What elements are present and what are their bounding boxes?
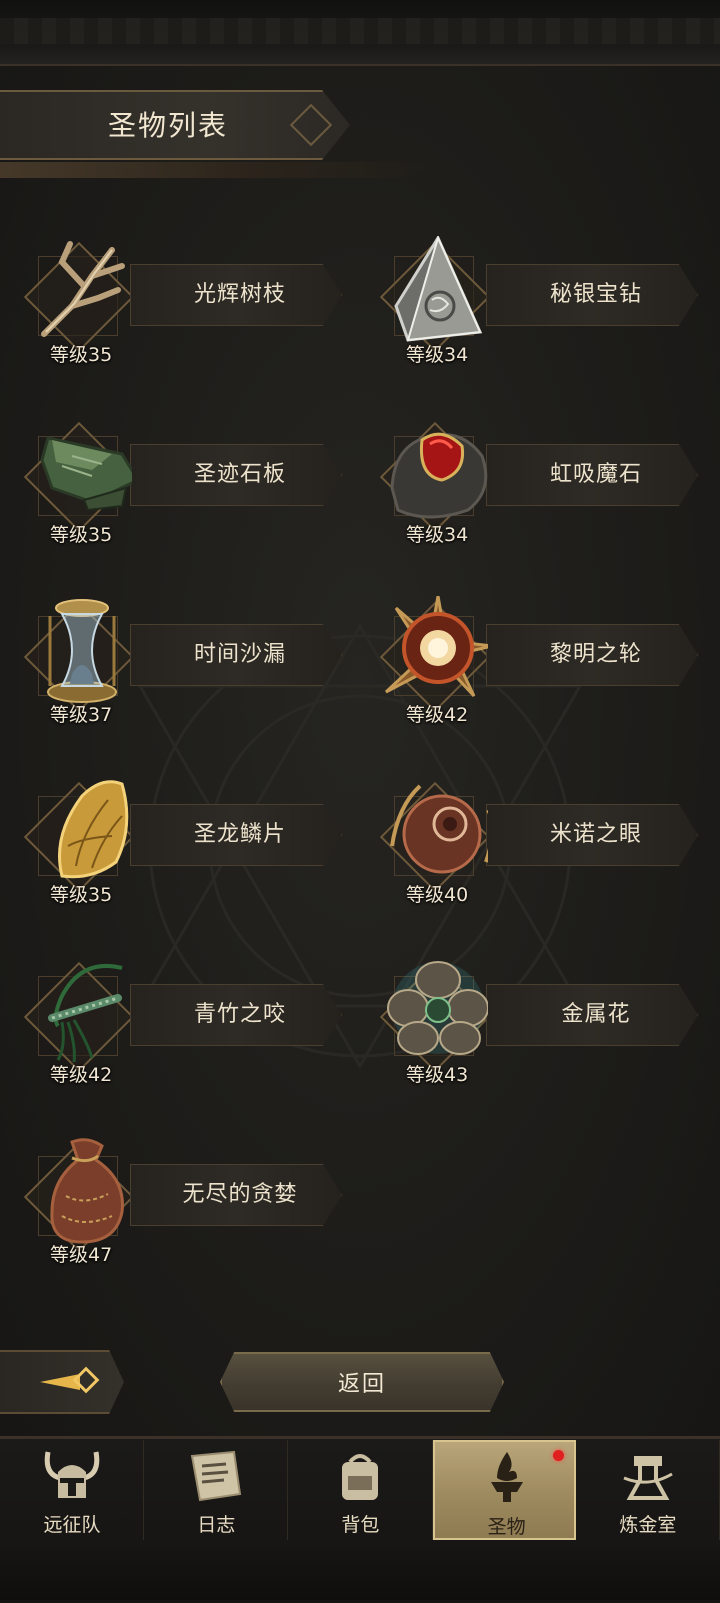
- relic-name: 黎明之轮: [549, 642, 642, 667]
- relic-level: 等级42: [406, 704, 469, 726]
- nav-tab-log[interactable]: 日志: [144, 1440, 289, 1540]
- horned-helmet-icon: [44, 1451, 100, 1498]
- relic-item-radiant-branch[interactable]: 光辉树枝 等级35: [10, 236, 342, 376]
- relic-level: 等级34: [406, 344, 469, 366]
- relic-name: 光辉树枝: [193, 282, 286, 307]
- bottom-nav: 远征队 日志 背包 圣物 炼金室: [0, 1440, 720, 1540]
- relic-name: 圣迹石板: [193, 462, 286, 487]
- nav-label: 日志: [197, 1514, 236, 1536]
- scroll-icon: [191, 1450, 242, 1502]
- silver-pyramid-icon: [394, 236, 483, 342]
- side-expand-tab[interactable]: [0, 1350, 124, 1414]
- relic-item-minotaur-eye[interactable]: 米诺之眼 等级40: [366, 776, 698, 916]
- relic-level: 等级35: [50, 524, 113, 546]
- nav-label: 背包: [341, 1514, 380, 1536]
- relic-item-dawn-wheel[interactable]: 黎明之轮 等级42: [366, 596, 698, 736]
- relic-item-endless-greed[interactable]: 无尽的贪婪 等级47: [10, 1136, 342, 1276]
- relic-item-siphon-magic-stone[interactable]: 虹吸魔石 等级34: [366, 416, 698, 556]
- nav-label: 炼金室: [619, 1514, 677, 1536]
- relic-level: 等级37: [50, 704, 113, 726]
- relic-item-mithril-diamond[interactable]: 秘银宝钻 等级34: [366, 236, 698, 376]
- relic-name: 圣龙鳞片: [193, 822, 286, 847]
- relic-level: 等级42: [50, 1064, 113, 1086]
- relic-level: 等级43: [406, 1064, 469, 1086]
- relic-name: 青竹之咬: [193, 1002, 286, 1027]
- relic-item-holy-dragon-scale[interactable]: 圣龙鳞片 等级35: [10, 776, 342, 916]
- eye-orb-icon: [390, 784, 488, 874]
- arrow-diamond-icon: [40, 1366, 100, 1394]
- relic-name: 金属花: [561, 1002, 631, 1027]
- relic-level: 等级47: [50, 1244, 113, 1266]
- nav-tab-alchemy[interactable]: 炼金室: [576, 1440, 720, 1540]
- brazier-icon: [490, 1452, 523, 1502]
- nav-label: 圣物: [487, 1516, 526, 1538]
- stone-tablet-icon: [40, 436, 132, 512]
- coin-pouch-icon: [50, 1138, 124, 1244]
- backpack-icon: [342, 1454, 379, 1500]
- relic-name: 无尽的贪婪: [182, 1182, 298, 1207]
- top-ornament: [0, 0, 720, 66]
- relic-item-time-hourglass[interactable]: 时间沙漏 等级37: [10, 596, 342, 736]
- nav-tab-backpack[interactable]: 背包: [288, 1440, 433, 1540]
- hourglass-icon: [47, 599, 117, 703]
- relic-level: 等级34: [406, 524, 469, 546]
- dragon-scale-icon: [58, 780, 129, 879]
- notification-badge: [552, 1450, 564, 1461]
- relic-level: 等级40: [406, 884, 469, 906]
- metal-flower-icon: [387, 961, 488, 1055]
- relic-item-holy-stone-tablet[interactable]: 圣迹石板 等级35: [10, 416, 342, 556]
- branch-icon: [41, 241, 125, 337]
- title-underline-ornament: [0, 162, 440, 178]
- nav-tab-relics[interactable]: 圣物: [432, 1440, 576, 1540]
- nav-tab-expedition[interactable]: 远征队: [0, 1440, 145, 1540]
- red-gem-rock-icon: [390, 432, 488, 519]
- alchemy-icon: [623, 1456, 673, 1500]
- relic-name: 虹吸魔石: [549, 462, 642, 487]
- return-button[interactable]: 返回: [220, 1352, 504, 1412]
- relic-name: 米诺之眼: [549, 822, 642, 847]
- relic-name: 时间沙漏: [193, 642, 286, 667]
- relic-name: 秘银宝钻: [549, 282, 642, 307]
- nav-label: 远征队: [43, 1514, 101, 1536]
- bamboo-whip-icon: [48, 963, 123, 1063]
- relic-level: 等级35: [50, 884, 113, 906]
- relic-level: 等级35: [50, 344, 113, 366]
- page-title: 圣物列表: [108, 109, 229, 142]
- bottom-strip: [0, 1542, 720, 1600]
- dawn-wheel-icon: [384, 596, 488, 698]
- relic-item-bamboo-bite[interactable]: 青竹之咬 等级42: [10, 956, 342, 1096]
- relic-item-metal-flower[interactable]: 金属花 等级43: [366, 956, 698, 1096]
